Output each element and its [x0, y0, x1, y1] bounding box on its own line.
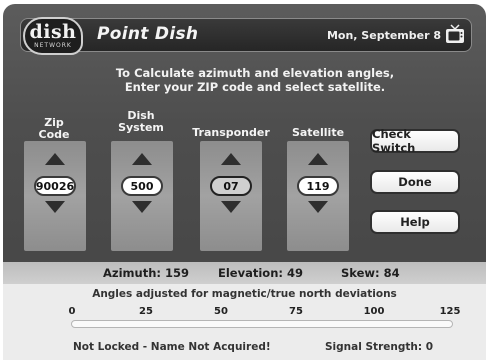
done-button[interactable]: Done [370, 170, 460, 194]
signal-scale-75: 75 [289, 306, 303, 317]
zip-code-spinner[interactable]: 90026 [24, 141, 86, 251]
elevation-readout: Elevation: 49 [218, 266, 303, 280]
tv-icon [446, 24, 464, 43]
satellite-label: Satellite [291, 126, 345, 139]
transponder-label: Transponder [192, 126, 270, 139]
signal-scale-50: 50 [214, 306, 228, 317]
check-switch-button[interactable]: Check Switch [370, 127, 460, 155]
angle-readout-bar: Azimuth: 159 Elevation: 49 Skew: 84 [3, 262, 486, 284]
transponder-value[interactable]: 07 [210, 176, 252, 196]
zip-down-arrow-icon[interactable] [45, 201, 65, 213]
skew-readout: Skew: 84 [341, 266, 400, 280]
zip-code-label: Zip Code [34, 117, 74, 141]
dish-system-spinner[interactable]: 500 [111, 141, 173, 251]
signal-scale-25: 25 [139, 306, 153, 317]
help-button[interactable]: Help [370, 210, 460, 234]
instructions-line-2: Enter your ZIP code and select satellite… [124, 80, 386, 94]
signal-strength-meter [71, 320, 453, 328]
zip-label-line-2: Code [38, 128, 70, 141]
date-display: Mon, September 8 [326, 29, 441, 42]
signal-area: Angles adjusted for magnetic/true north … [3, 284, 486, 360]
instructions-line-1: To Calculate azimuth and elevation angle… [115, 66, 395, 80]
azimuth-readout: Azimuth: 159 [103, 266, 189, 280]
signal-scale-100: 100 [363, 306, 385, 317]
page-title: Point Dish [97, 24, 199, 44]
title-bar: dish NETWORK Point Dish Mon, September 8 [20, 17, 472, 55]
logo-subtext: NETWORK [34, 42, 72, 49]
angle-adjust-note: Angles adjusted for magnetic/true north … [92, 288, 397, 300]
signal-strength-text: Signal Strength: 0 [325, 341, 434, 353]
dish-system-label: Dish System [114, 110, 168, 134]
dish-down-arrow-icon[interactable] [132, 201, 152, 213]
satellite-down-arrow-icon[interactable] [308, 201, 328, 213]
transponder-down-arrow-icon[interactable] [221, 201, 241, 213]
instructions: To Calculate azimuth and elevation angle… [90, 66, 420, 94]
transponder-spinner[interactable]: 07 [200, 141, 262, 251]
zip-code-value[interactable]: 90026 [34, 176, 76, 196]
satellite-up-arrow-icon[interactable] [308, 153, 328, 165]
lock-status: Not Locked - Name Not Acquired! [73, 341, 271, 353]
dish-up-arrow-icon[interactable] [132, 153, 152, 165]
dish-network-logo: dish NETWORK [23, 17, 83, 55]
satellite-value[interactable]: 119 [297, 176, 339, 196]
dish-label-line-2: System [118, 121, 164, 134]
dish-system-value[interactable]: 500 [121, 176, 163, 196]
signal-scale-125: 125 [439, 306, 461, 317]
transponder-up-arrow-icon[interactable] [221, 153, 241, 165]
logo-word: dish [29, 21, 77, 43]
satellite-spinner[interactable]: 119 [287, 141, 349, 251]
zip-up-arrow-icon[interactable] [45, 153, 65, 165]
signal-scale-0: 0 [68, 306, 76, 317]
